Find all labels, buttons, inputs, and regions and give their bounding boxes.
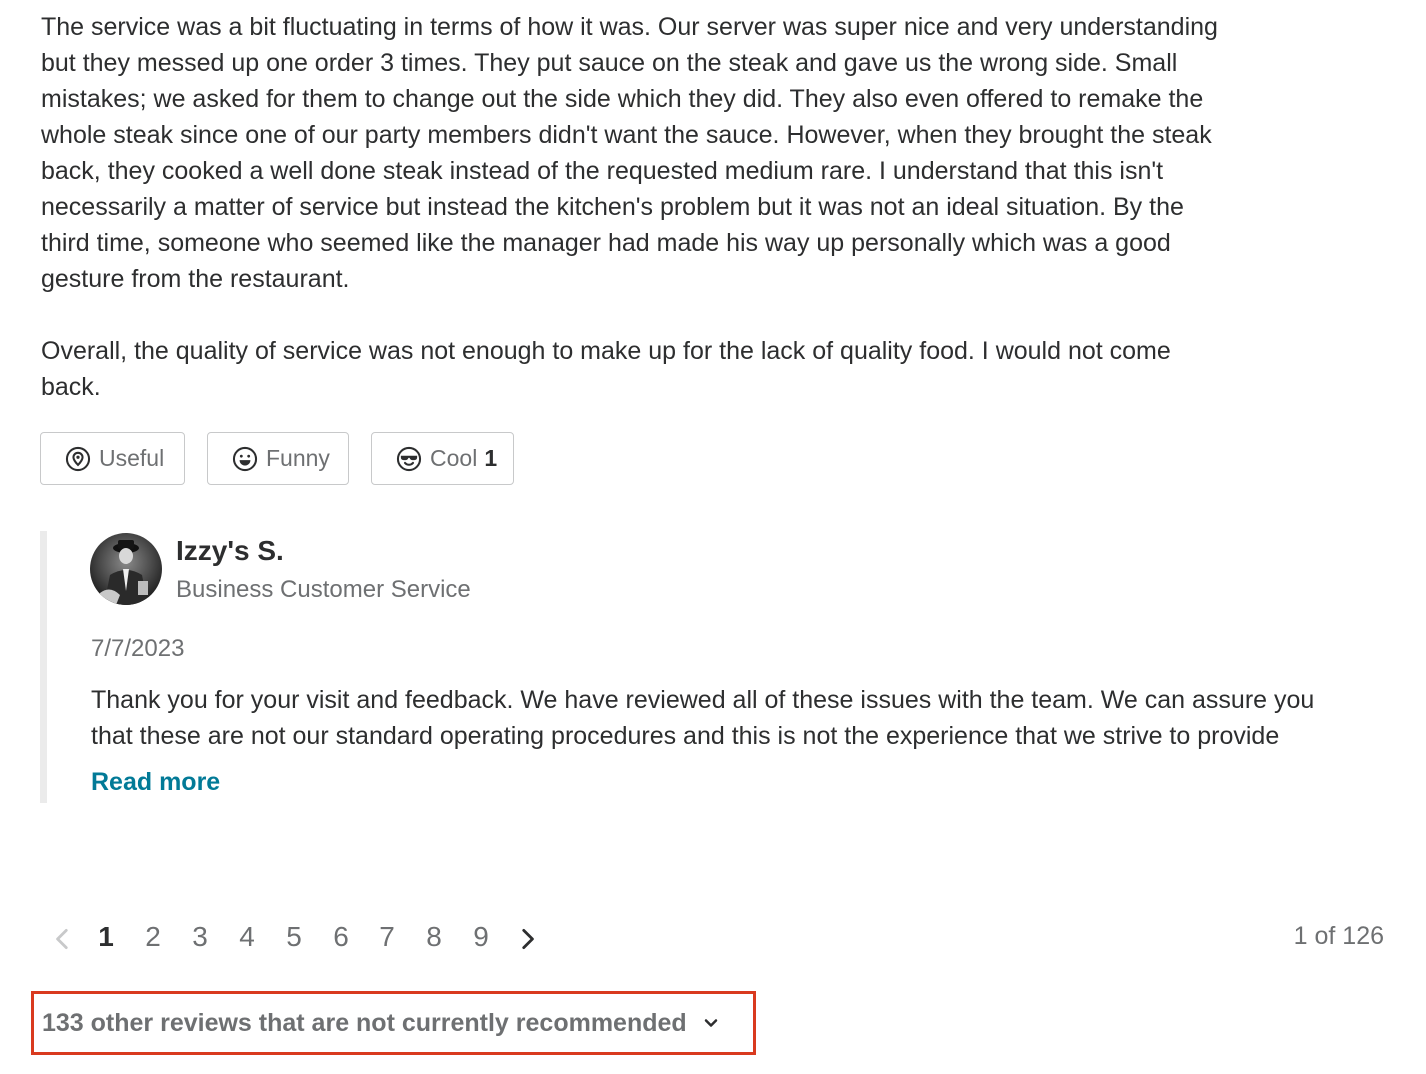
- reply-text: Thank you for your visit and feedback. W…: [91, 682, 1381, 754]
- review-paragraph: The service was a bit fluctuating in ter…: [41, 13, 1218, 293]
- business-owner-reply: Izzy's S. Business Customer Service 7/7/…: [40, 531, 1397, 803]
- cool-label: Cool: [430, 445, 478, 471]
- funny-icon: [232, 446, 258, 471]
- not-recommended-label: 133 other reviews that are not currently…: [42, 1008, 687, 1037]
- useful-icon: [65, 446, 91, 471]
- page-link-2[interactable]: 2: [138, 921, 168, 953]
- review-text: The service was a bit fluctuating in ter…: [41, 9, 1231, 405]
- reply-date: 7/7/2023: [91, 635, 185, 662]
- page-status: 1 of 126: [1293, 922, 1384, 950]
- useful-button[interactable]: Useful: [40, 432, 185, 485]
- owner-role: Business Customer Service: [176, 576, 471, 603]
- chevron-down-icon: [704, 1019, 717, 1027]
- cool-button[interactable]: Cool 1: [371, 432, 514, 485]
- review-paragraph: Overall, the quality of service was not …: [41, 337, 1171, 401]
- not-recommended-reviews-toggle[interactable]: 133 other reviews that are not currently…: [31, 991, 756, 1055]
- avatar[interactable]: [90, 533, 162, 605]
- pagination: 1 2 3 4 5 6 7 8 9: [48, 918, 608, 962]
- page-link-4[interactable]: 4: [232, 921, 262, 953]
- funny-button[interactable]: Funny: [207, 432, 349, 485]
- funny-label: Funny: [266, 445, 330, 471]
- page-link-5[interactable]: 5: [279, 921, 309, 953]
- read-more-link[interactable]: Read more: [91, 768, 220, 797]
- page-link-7[interactable]: 7: [372, 921, 402, 953]
- reply-text-line: that these are not our standard operatin…: [91, 722, 1280, 750]
- page-link-1[interactable]: 1: [91, 921, 121, 953]
- owner-name[interactable]: Izzy's S.: [176, 535, 284, 567]
- chevron-right-icon[interactable]: [514, 926, 540, 952]
- cool-icon: [396, 446, 422, 471]
- reply-text-line: Thank you for your visit and feedback. W…: [91, 686, 1315, 714]
- avatar-image: [90, 533, 162, 605]
- page-link-8[interactable]: 8: [419, 921, 449, 953]
- page-link-3[interactable]: 3: [185, 921, 215, 953]
- chevron-left-icon[interactable]: [50, 926, 76, 952]
- useful-label: Useful: [99, 445, 165, 471]
- page-link-6[interactable]: 6: [326, 921, 356, 953]
- page-link-9[interactable]: 9: [466, 921, 496, 953]
- cool-count: 1: [484, 445, 498, 471]
